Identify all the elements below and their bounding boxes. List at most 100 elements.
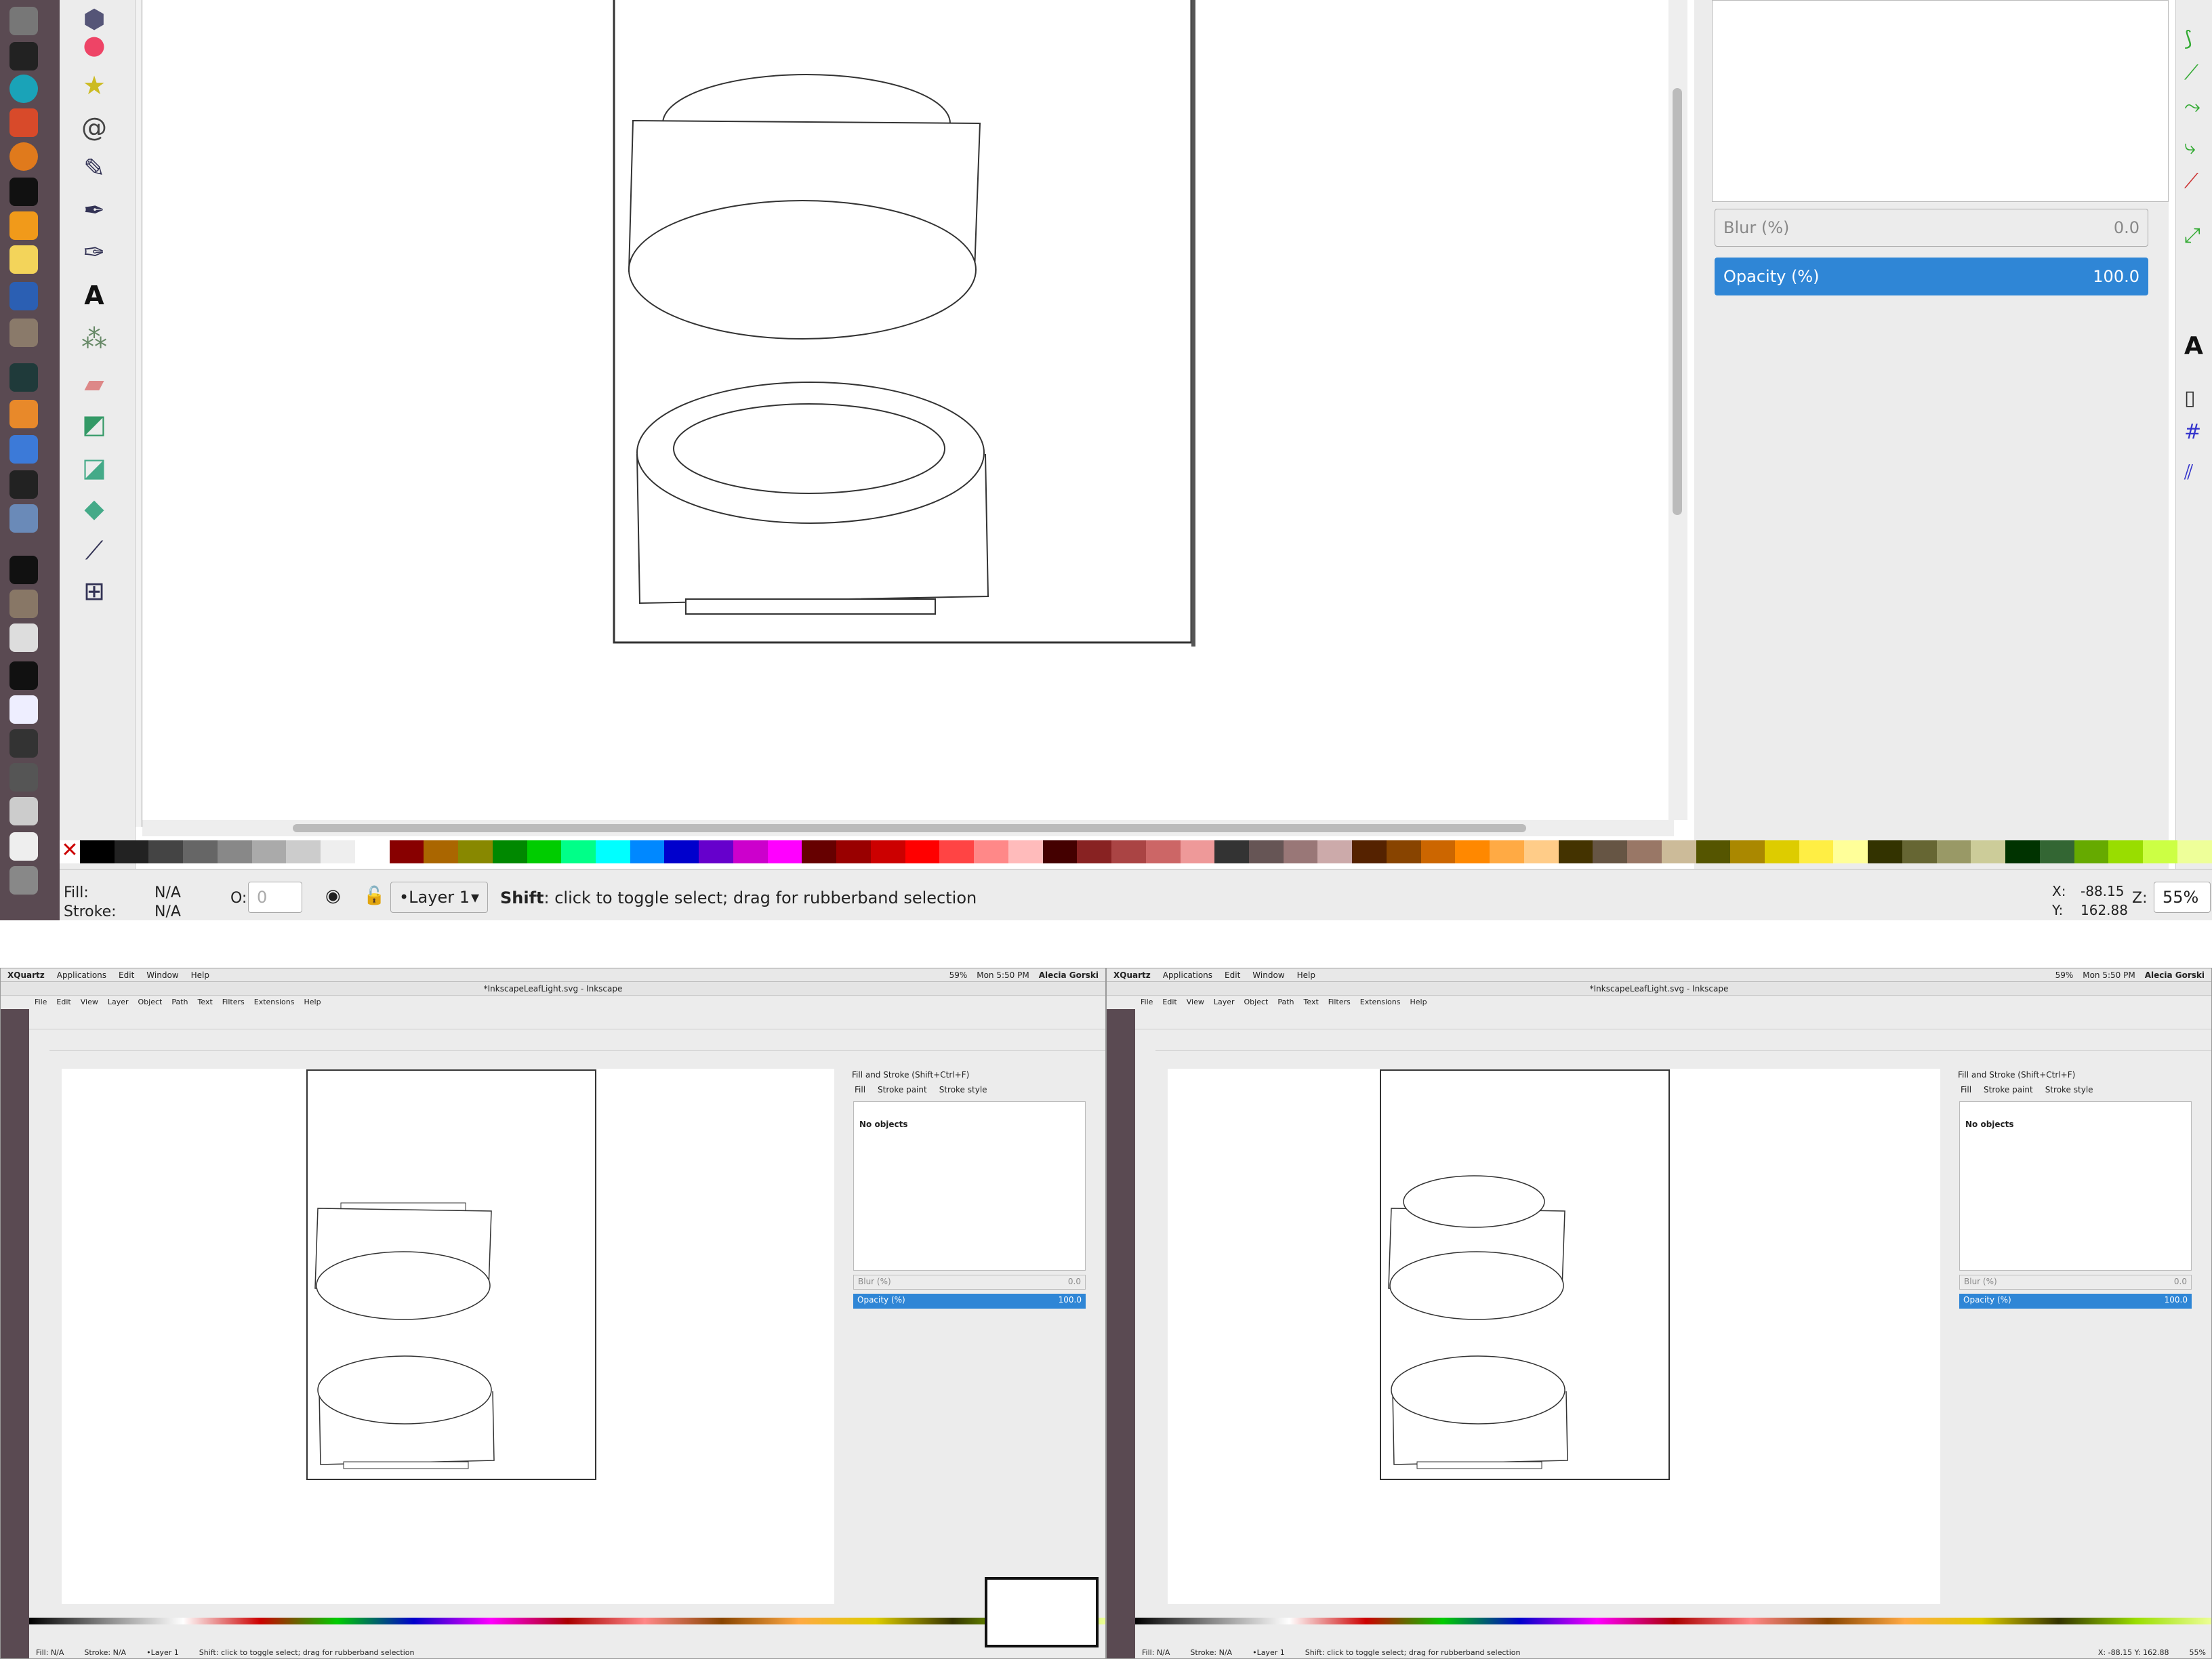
horizontal-scrollbar[interactable] [142, 820, 1674, 836]
pen-tool-icon[interactable]: ✒ [75, 192, 114, 228]
image-capture-icon[interactable] [9, 504, 38, 533]
star-tool-icon[interactable]: ★ [75, 68, 114, 103]
menu-object[interactable]: Object [1244, 998, 1269, 1006]
battery-status[interactable]: 59% [949, 970, 968, 980]
menu-text[interactable]: Text [1304, 998, 1319, 1006]
arduino-icon[interactable] [9, 75, 38, 103]
spray-tool-icon[interactable]: ⁂ [75, 321, 114, 356]
screenshot-icon[interactable] [9, 695, 38, 724]
menu-view[interactable]: View [81, 998, 98, 1006]
menu-edit[interactable]: Edit [1225, 970, 1240, 980]
vertical-scrollbar[interactable] [1668, 0, 1687, 820]
menu-extensions[interactable]: Extensions [254, 998, 295, 1006]
fusion-icon[interactable] [9, 400, 38, 428]
xquartz-icon[interactable] [9, 470, 38, 499]
user-name[interactable]: Alecia Gorski [2145, 970, 2205, 980]
tab-stroke-paint[interactable]: Stroke paint [1984, 1085, 2033, 1094]
tab-stroke-paint[interactable]: Stroke paint [878, 1085, 927, 1094]
menu-extensions[interactable]: Extensions [1360, 998, 1401, 1006]
trash-icon[interactable] [9, 866, 38, 895]
gradient-tool-icon[interactable]: ◪ [75, 450, 114, 485]
window-thumb-icon[interactable] [9, 797, 38, 825]
menu-layer[interactable]: Layer [108, 998, 129, 1006]
word-icon[interactable] [9, 282, 38, 310]
menu-help[interactable]: Help [1410, 998, 1427, 1006]
app-menu[interactable]: XQuartz [7, 970, 45, 980]
app-menu[interactable]: XQuartz [1113, 970, 1151, 980]
menu-filters[interactable]: Filters [222, 998, 245, 1006]
page-snap-icon[interactable]: ▯ [2184, 386, 2196, 410]
no-paint-icon[interactable]: ✕ [60, 840, 80, 863]
menu-path[interactable]: Path [171, 998, 188, 1006]
menu-applications[interactable]: Applications [57, 970, 106, 980]
menu-filters[interactable]: Filters [1328, 998, 1351, 1006]
battery-status[interactable]: 59% [2055, 970, 2074, 980]
clock[interactable]: Mon 5:50 PM [2083, 970, 2135, 980]
text-tool-icon[interactable]: A [75, 278, 114, 313]
obs-icon[interactable] [9, 556, 38, 584]
mesh-tool-icon[interactable]: ◆ [75, 491, 114, 526]
ellipse-tool-icon[interactable]: ● [75, 27, 114, 62]
menu-view[interactable]: View [1187, 998, 1204, 1006]
opacity-input[interactable]: 0 [248, 882, 302, 913]
color-palette[interactable]: ✕ [60, 840, 2212, 863]
tab-fill[interactable]: Fill [1961, 1085, 1971, 1094]
spiral-tool-icon[interactable]: @ [75, 110, 114, 145]
window-thumbnail[interactable] [985, 1577, 1099, 1647]
drawing-canvas[interactable] [62, 1069, 834, 1604]
node-tool-icon[interactable]: ⟆ [2184, 27, 2192, 51]
menu-layer[interactable]: Layer [1214, 998, 1235, 1006]
pencil-tool-icon[interactable]: ✎ [75, 150, 114, 186]
connector-tool-icon[interactable]: ⊞ [75, 573, 114, 609]
opacity-field[interactable]: Opacity (%) 100.0 [1959, 1294, 2192, 1309]
snap-icon[interactable]: ⤢ [2184, 224, 2200, 247]
notes-icon[interactable] [9, 245, 38, 274]
menu-text[interactable]: Text [198, 998, 213, 1006]
layer-select[interactable]: •Layer 1 [146, 1648, 179, 1657]
layer-select[interactable]: •Layer 1 ▾ [390, 882, 488, 913]
lock-icon[interactable]: 🔓 [363, 886, 385, 906]
photos-window-icon[interactable] [9, 590, 38, 618]
menu-edit[interactable]: Edit [1162, 998, 1176, 1006]
menu-file[interactable]: File [35, 998, 47, 1006]
preview-icon[interactable] [9, 435, 38, 464]
window-thumb-icon[interactable] [9, 832, 38, 861]
drawing-canvas[interactable] [142, 0, 1674, 820]
blur-field[interactable]: Blur (%) 0.0 [1715, 209, 2148, 247]
menu-edit[interactable]: Edit [119, 970, 134, 980]
settings-app-icon[interactable] [9, 108, 38, 137]
opacity-field[interactable]: Opacity (%) 100.0 [853, 1294, 1086, 1309]
node-tool-icon[interactable]: ⟋ [2184, 61, 2198, 85]
user-name[interactable]: Alecia Gorski [1039, 970, 1099, 980]
menu-object[interactable]: Object [138, 998, 163, 1006]
tab-fill[interactable]: Fill [855, 1085, 865, 1094]
blur-field[interactable]: Blur (%) 0.0 [1959, 1275, 2192, 1290]
menu-edit[interactable]: Edit [56, 998, 70, 1006]
menu-help[interactable]: Help [191, 970, 209, 980]
sublime-icon[interactable] [9, 211, 38, 240]
zoom-input[interactable]: 55% [2190, 1648, 2211, 1657]
eraser-tool-icon[interactable]: ▰ [75, 366, 114, 401]
eye-icon[interactable]: ◉ [325, 886, 341, 906]
layer-select[interactable]: •Layer 1 [1252, 1648, 1285, 1657]
terminal-icon[interactable] [9, 178, 38, 206]
tab-stroke-style[interactable]: Stroke style [2045, 1085, 2093, 1094]
menu-window[interactable]: Window [146, 970, 178, 980]
scroll-thumb[interactable] [1673, 88, 1682, 515]
paint-bucket-tool-icon[interactable]: ◩ [75, 407, 114, 442]
color-palette[interactable] [29, 1618, 1105, 1624]
dropper-tool-icon[interactable]: ⟋ [75, 533, 114, 568]
guide-snap-icon[interactable]: ⫽ [2184, 461, 2193, 485]
document-icon[interactable] [9, 623, 38, 652]
menu-help[interactable]: Help [304, 998, 321, 1006]
calligraphy-tool-icon[interactable]: ✑ [75, 234, 114, 270]
screen-recorder-icon[interactable] [9, 661, 38, 690]
inkscape-icon[interactable] [9, 42, 38, 70]
scroll-thumb[interactable] [293, 824, 1526, 832]
filmora-icon[interactable] [9, 363, 38, 392]
node-tool-icon[interactable]: ⤷ [2184, 136, 2196, 159]
text-snap-icon[interactable]: A [2184, 332, 2203, 360]
node-tool-icon[interactable]: ⤳ [2184, 95, 2200, 119]
tab-stroke-style[interactable]: Stroke style [939, 1085, 987, 1094]
menu-window[interactable]: Window [1252, 970, 1284, 980]
